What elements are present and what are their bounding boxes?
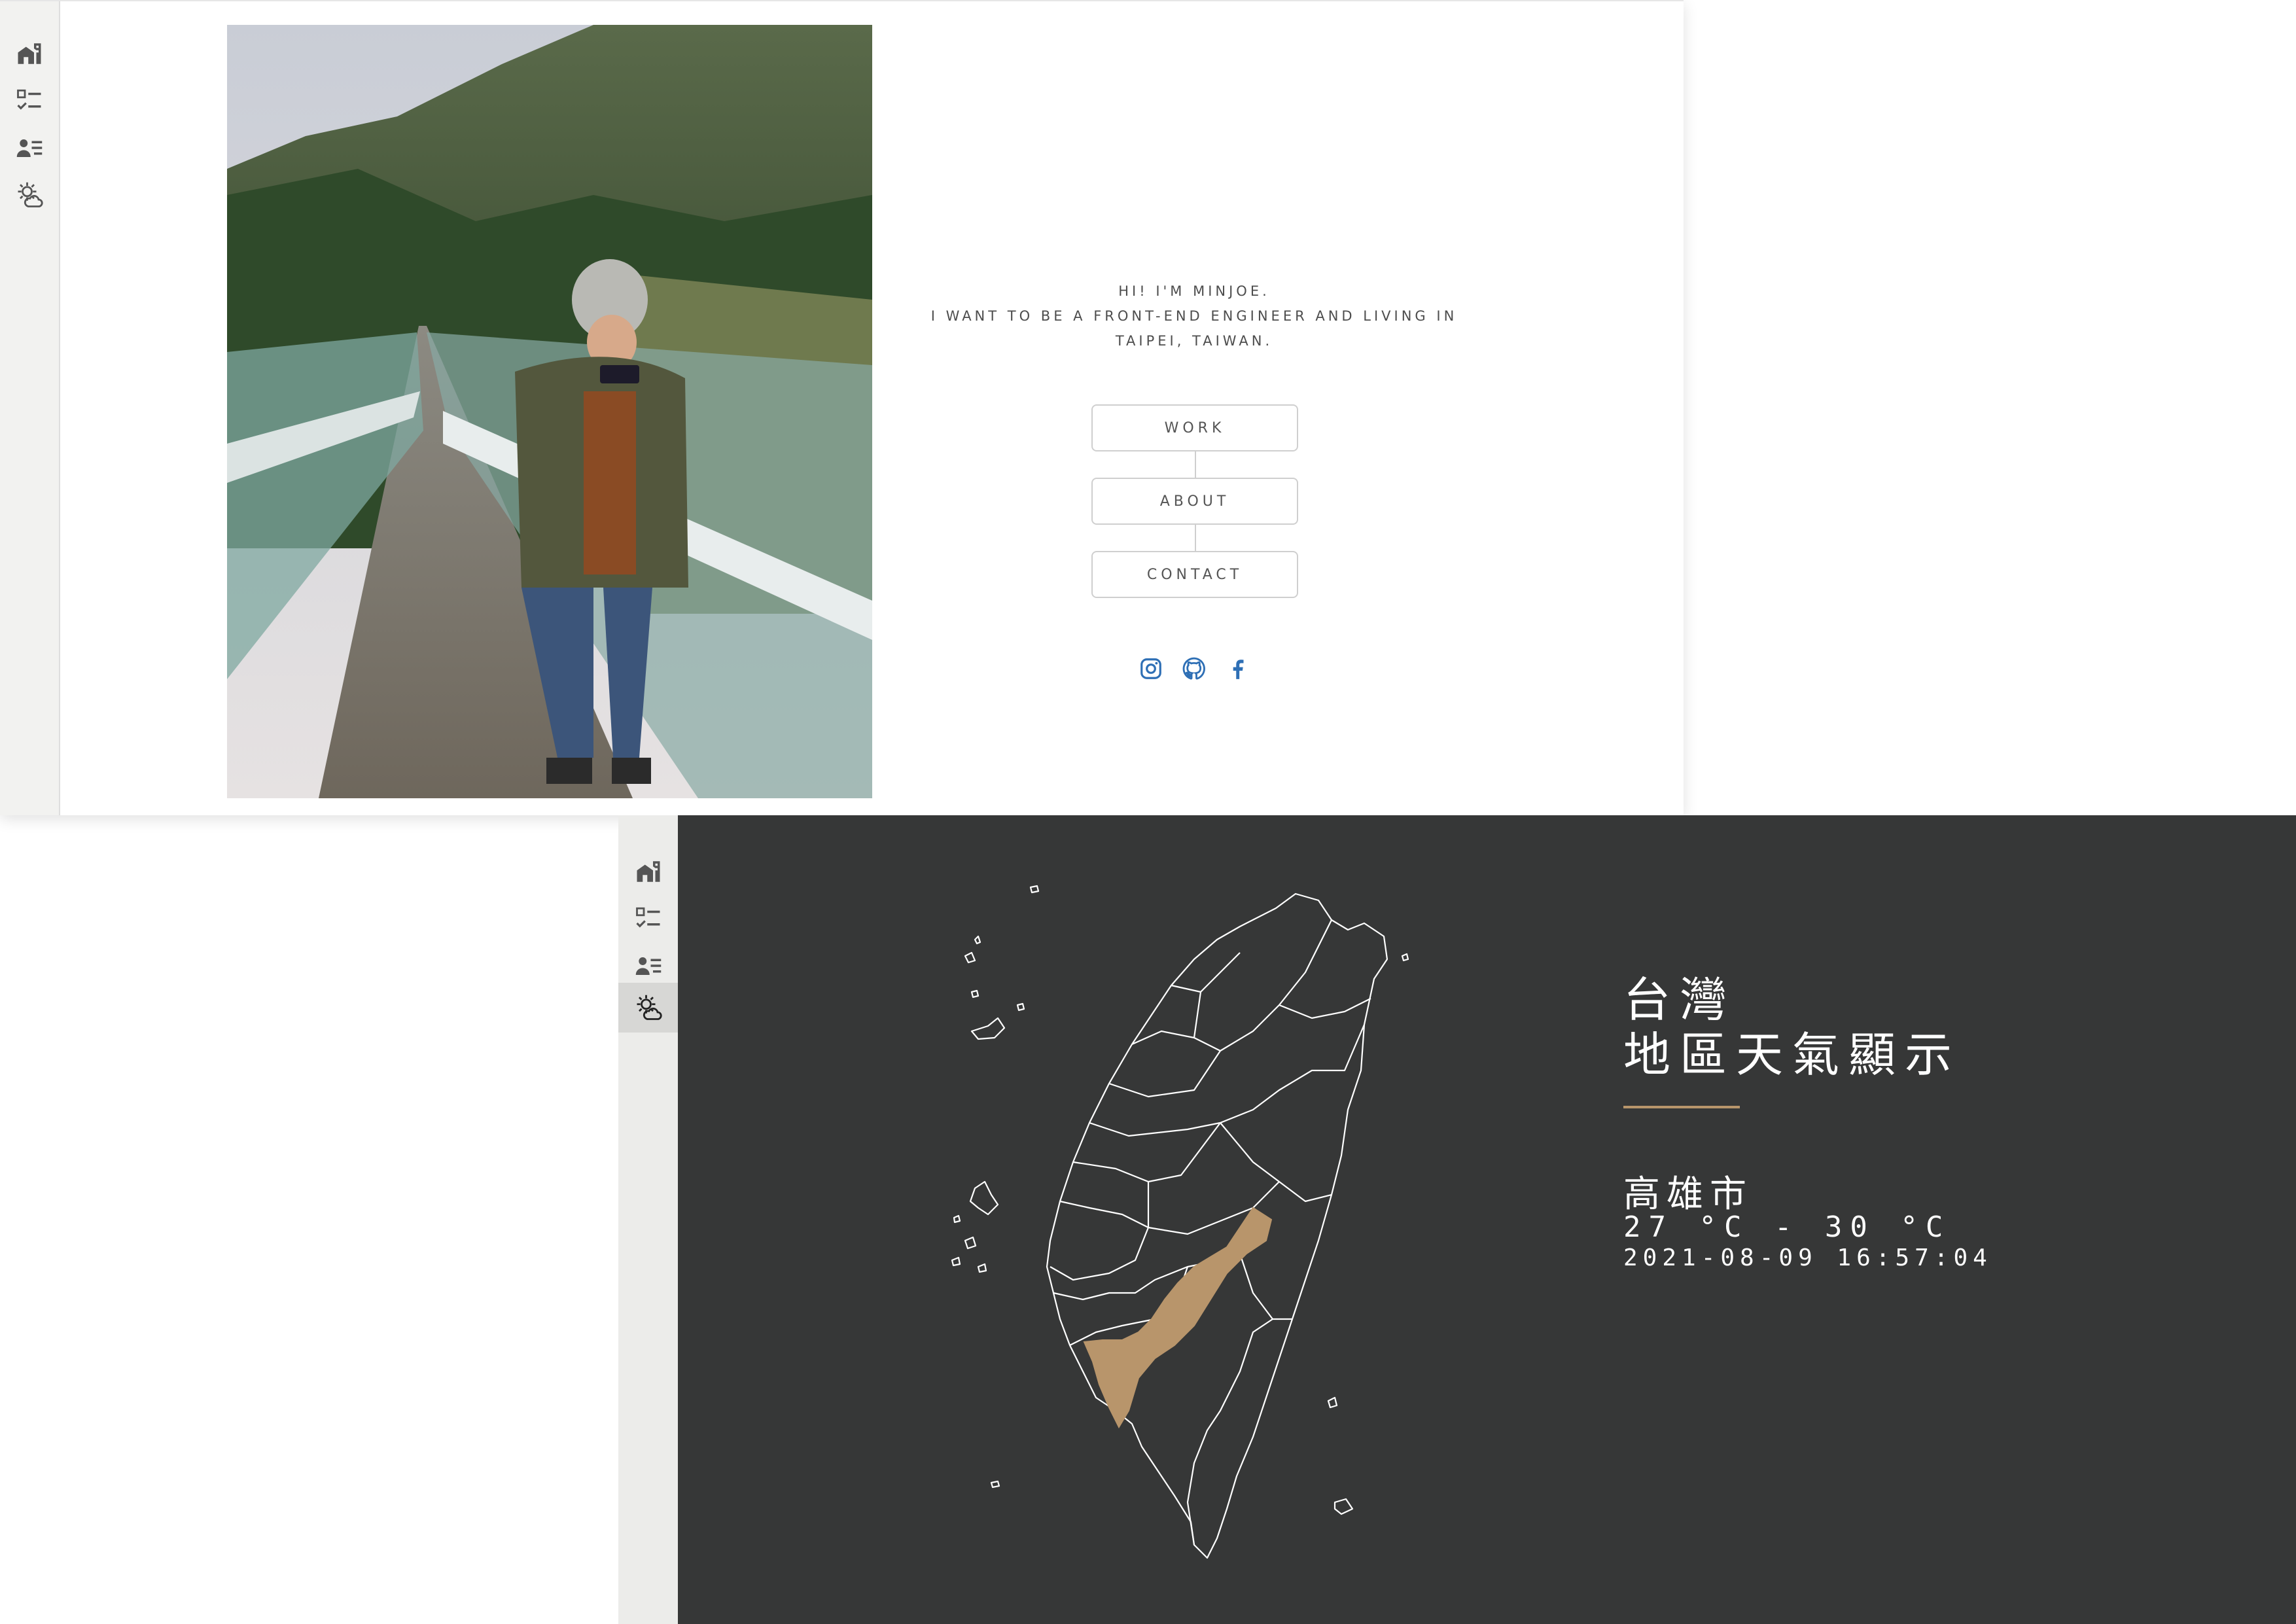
instagram-icon — [1140, 658, 1161, 679]
menu-connector — [1195, 525, 1196, 551]
weather-title-line1: 台灣 — [1623, 972, 1737, 1027]
contact-list-icon — [16, 139, 43, 157]
sidebar — [618, 815, 678, 1624]
checklist-icon — [17, 89, 41, 110]
home-icon — [637, 861, 660, 882]
sidebar — [0, 1, 60, 815]
weather-title: 台灣 地區天氣顯示 — [1623, 972, 1961, 1082]
observation-datetime: 2021-08-09 16:57:04 — [1623, 1244, 1992, 1271]
instagram-link[interactable] — [1137, 654, 1165, 683]
penghu-islands — [969, 1180, 999, 1216]
taiwan-map — [951, 885, 1409, 1559]
intro-line-2: I WANT TO BE A FRONT-END ENGINEER AND LI… — [930, 308, 1458, 324]
intro-line-1: HI! I'M MINJOE. — [1118, 283, 1270, 299]
city-name: 高雄市 — [1623, 1173, 1753, 1216]
sidebar-item-tasks[interactable] — [0, 77, 59, 124]
weather-title-line2: 地區天氣顯示 — [1623, 1027, 1962, 1082]
work-button[interactable]: WORK — [1091, 404, 1298, 451]
sidebar-item-contacts[interactable] — [0, 124, 59, 171]
contact-list-icon — [635, 957, 661, 975]
checklist-icon — [635, 907, 660, 928]
facebook-icon — [1233, 660, 1244, 679]
facebook-link[interactable] — [1223, 654, 1252, 683]
sidebar-item-tasks[interactable] — [618, 895, 678, 942]
contact-button[interactable]: CONTACT — [1091, 551, 1298, 598]
home-icon — [18, 43, 41, 64]
sidebar-item-home[interactable] — [0, 30, 59, 77]
intro-line-3: TAIPEI, TAIWAN. — [1115, 333, 1273, 349]
menu-connector — [1195, 451, 1196, 478]
sidebar-item-weather[interactable] — [618, 983, 678, 1033]
github-icon — [1182, 657, 1205, 680]
sidebar-item-home[interactable] — [618, 848, 678, 895]
weather-icon — [18, 182, 43, 207]
intro-text: HI! I'M MINJOE. I WANT TO BE A FRONT-END… — [903, 279, 1485, 353]
green-island — [1327, 1396, 1338, 1409]
taiwan-island-outline — [1046, 892, 1388, 1559]
kinmen-island — [970, 1017, 1006, 1040]
orchid-island — [1333, 1498, 1354, 1515]
about-button[interactable]: ABOUT — [1091, 478, 1298, 525]
weather-window: 台灣 地區天氣顯示 高雄市 27 °C - 30 °C 2021-08-09 1… — [618, 815, 2296, 1624]
temperature-range: 27 °C - 30 °C — [1623, 1210, 1951, 1244]
github-link[interactable] — [1180, 654, 1209, 683]
profile-photo — [227, 25, 872, 798]
sidebar-item-weather[interactable] — [0, 171, 59, 219]
weather-icon — [637, 995, 662, 1020]
highlighted-region-kaohsiung — [1083, 1207, 1273, 1429]
title-underline — [1623, 1106, 1740, 1108]
portfolio-window: HI! I'M MINJOE. I WANT TO BE A FRONT-END… — [0, 0, 1684, 815]
